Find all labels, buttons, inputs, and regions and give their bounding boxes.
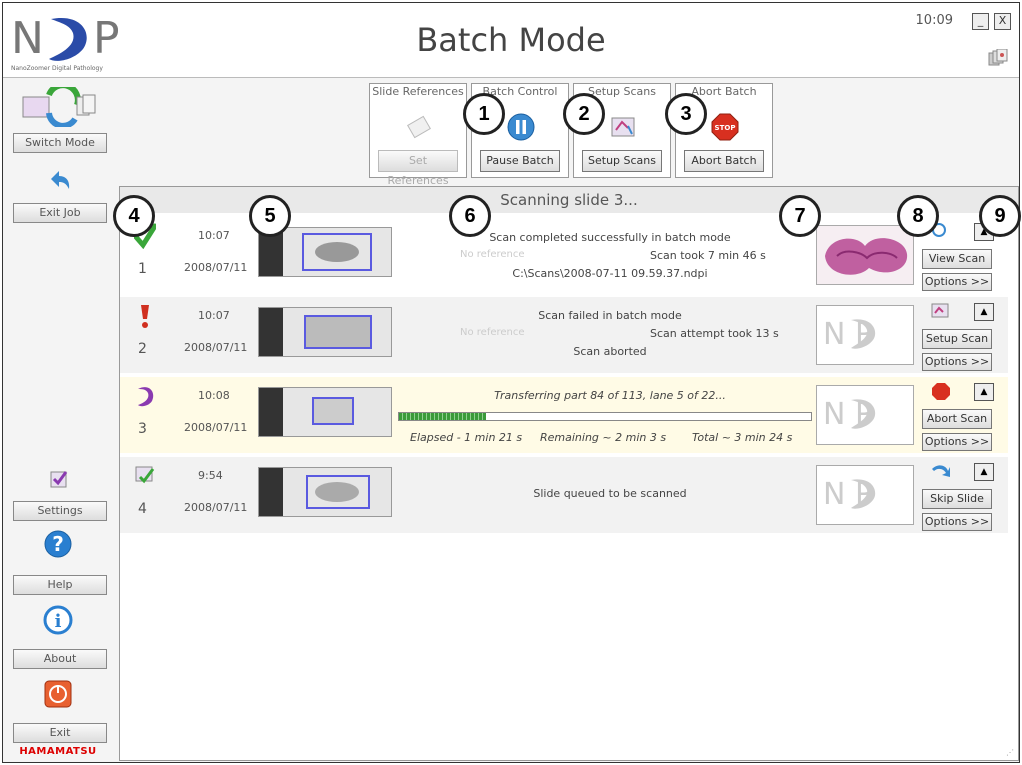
exit-job-button[interactable]: Exit Job [13,203,107,223]
slide-reference-icon [407,115,431,139]
minimize-button[interactable]: _ [972,13,989,30]
page-title: Batch Mode [416,21,606,59]
svg-text:i: i [55,611,62,632]
exit-button[interactable]: Exit [13,723,107,743]
clock: 10:09 [915,13,953,28]
switch-mode-button[interactable]: Switch Mode [13,133,107,153]
svg-text:STOP: STOP [715,124,736,132]
options-button[interactable]: Options >> [922,513,992,531]
move-up-button[interactable]: ▲ [974,463,994,481]
info-icon[interactable]: i [43,605,73,635]
pause-icon[interactable] [506,112,536,142]
preview-placeholder-logo: N P [816,305,914,365]
slide-row: 2 10:07 2008/07/11 Scan failed in batch … [120,297,1008,373]
preview-placeholder-logo: N P [816,465,914,525]
abort-scan-button[interactable]: Abort Scan [922,409,992,429]
abort-batch-button[interactable]: Abort Batch [684,150,764,172]
callout-3: 3 [665,93,707,135]
setup-scans-button[interactable]: Setup Scans [582,150,662,172]
preview-placeholder-logo: N P [816,385,914,445]
callout-4: 4 [113,195,155,237]
svg-text:?: ? [52,532,64,556]
callout-1: 1 [463,93,505,135]
power-icon[interactable] [43,679,73,709]
scan-list-panel: Scanning slide 3... 1 10:07 2008/07/11 S… [119,186,1019,761]
help-button[interactable]: Help [13,575,107,595]
slide-thumbnail[interactable] [258,307,392,357]
exclamation-icon [141,305,149,328]
callout-9: 9 [979,195,1021,237]
move-up-button[interactable]: ▲ [974,303,994,321]
stop-sign-icon[interactable]: STOP [710,112,740,142]
slides-tray-icon[interactable] [987,49,1009,67]
view-scan-button[interactable]: View Scan [922,249,992,269]
settings-checklist-icon[interactable] [49,469,69,489]
slide-references-group: Slide References Set References [369,83,467,187]
scan-preview-image[interactable] [816,225,914,285]
callout-2: 2 [563,93,605,135]
pause-batch-button[interactable]: Pause Batch [480,150,560,172]
options-button[interactable]: Options >> [922,433,992,451]
sidebar: Switch Mode Exit Job Settings ? Help i A… [9,83,107,759]
slide-thumbnail[interactable] [258,467,392,517]
callout-8: 8 [897,195,939,237]
callout-6: 6 [449,195,491,237]
queued-icon [135,466,155,484]
help-icon[interactable]: ? [43,529,73,559]
undo-arrow-icon[interactable] [47,169,71,191]
set-references-button[interactable]: Set References [378,150,458,187]
scan-file-path: C:\Scans\2008-07-11 09.59.37.ndpi [512,267,708,280]
callout-5: 5 [249,195,291,237]
scan-progress-bar [398,412,812,421]
hamamatsu-logo: HAMAMATSU [19,746,97,757]
setup-scan-icon[interactable] [930,301,952,321]
move-up-button[interactable]: ▲ [974,383,994,401]
close-button[interactable]: X [994,13,1011,30]
title-bar: N P NanoZoomer Digital Pathology Batch M… [3,3,1019,78]
setup-scan-button[interactable]: Setup Scan [922,329,992,349]
setup-scans-icon[interactable] [608,112,638,142]
resize-grip-icon[interactable]: ⋰ [1006,748,1016,758]
slide-row: 4 9:54 2008/07/11 Slide queued to be sca… [120,457,1008,533]
switch-mode-icon[interactable] [19,87,105,127]
options-button[interactable]: Options >> [922,273,992,291]
slide-row-active: 3 10:08 2008/07/11 Transferring part 84 … [120,377,1008,453]
scanning-icon [138,387,154,407]
stop-icon[interactable] [930,381,952,401]
options-button[interactable]: Options >> [922,353,992,371]
callout-7: 7 [779,195,821,237]
skip-arrow-icon[interactable] [930,461,952,481]
slide-thumbnail[interactable] [258,387,392,437]
settings-button[interactable]: Settings [13,501,107,521]
app-window: N P NanoZoomer Digital Pathology Batch M… [2,2,1021,763]
about-button[interactable]: About [13,649,107,669]
skip-slide-button[interactable]: Skip Slide [922,489,992,509]
